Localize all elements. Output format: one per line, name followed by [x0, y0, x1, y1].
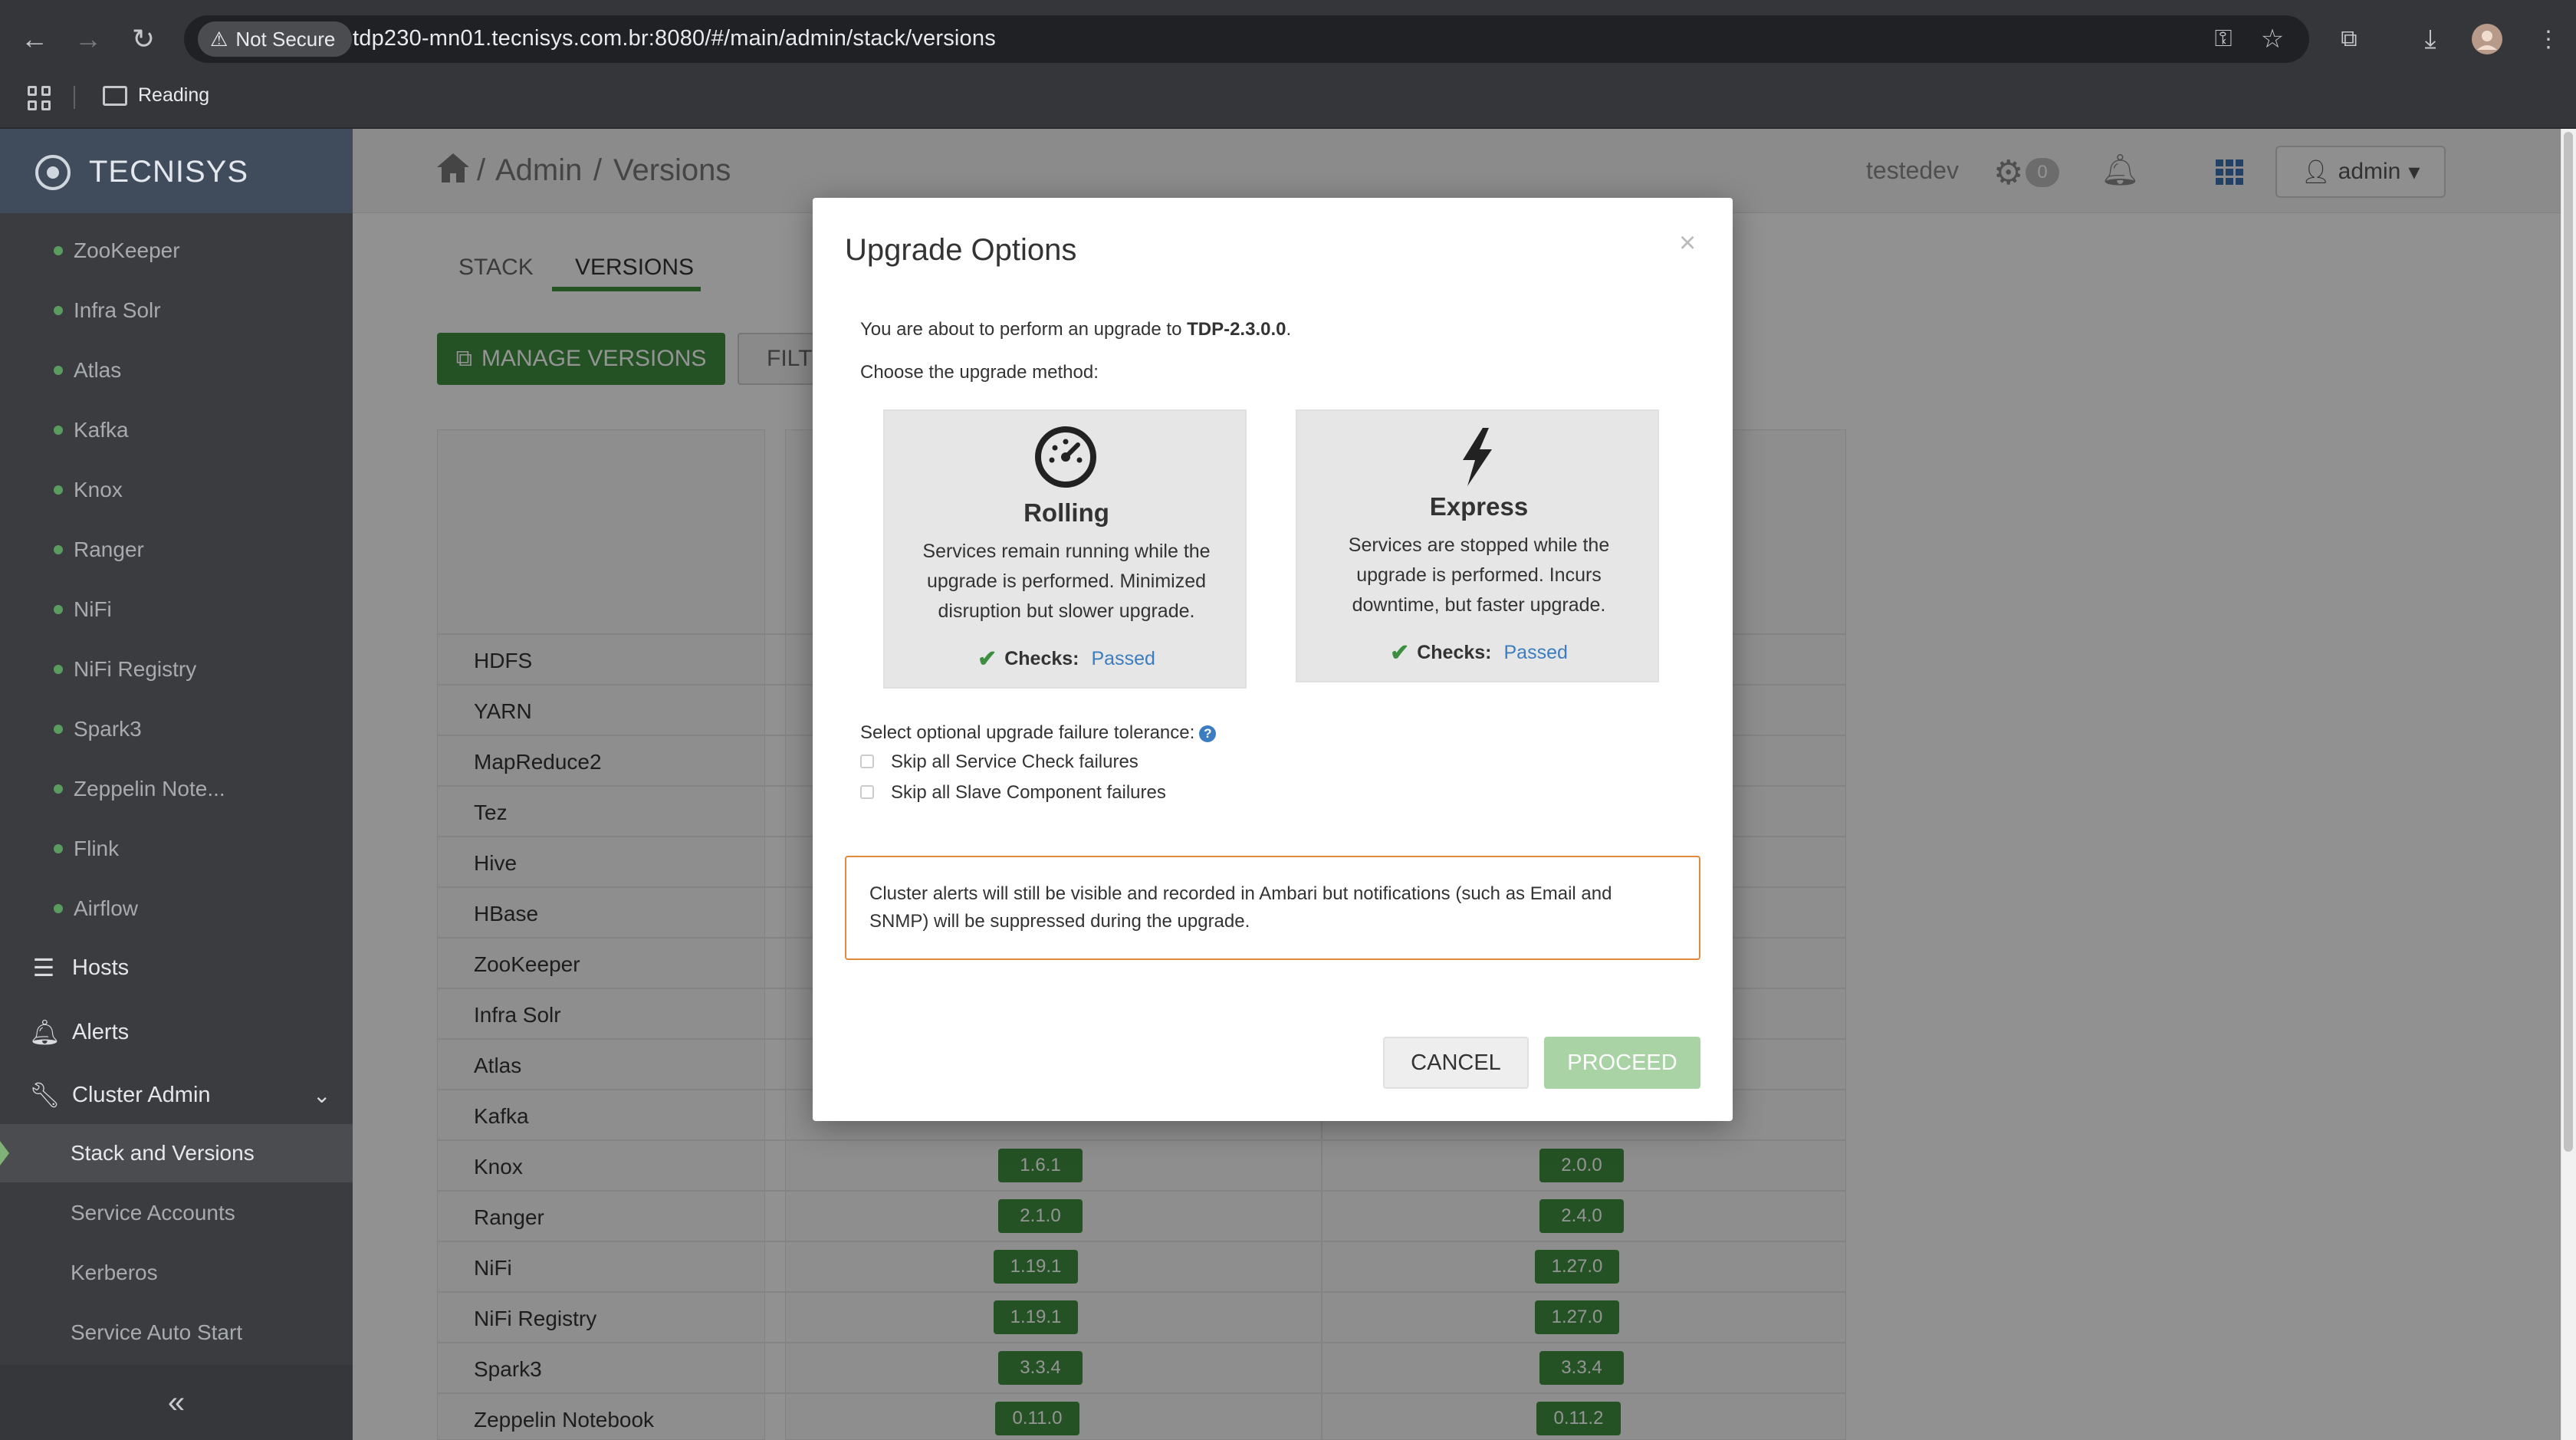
- status-dot-icon: [54, 665, 63, 674]
- status-dot-icon: [54, 485, 63, 495]
- bookmarks-separator: [74, 86, 75, 109]
- express-checks: ✔ Checks: Passed: [1390, 640, 1568, 666]
- proceed-button[interactable]: PROCEED: [1544, 1037, 1700, 1089]
- help-icon[interactable]: ?: [1199, 725, 1217, 742]
- sidebar-item-zookeeper[interactable]: ZooKeeper: [0, 224, 353, 278]
- choose-method-text: Choose the upgrade method:: [860, 362, 1099, 383]
- scrollbar-thumb[interactable]: [2564, 132, 2573, 1152]
- sidebar-item-atlas[interactable]: Atlas: [0, 344, 353, 397]
- skip-slave-component-label[interactable]: Skip all Slave Component failures: [891, 782, 1166, 804]
- brand-name[interactable]: TECNISYS: [89, 155, 248, 189]
- express-description: Services are stopped while the upgrade i…: [1348, 534, 1610, 616]
- check-icon: ✔: [978, 646, 997, 672]
- profile-avatar[interactable]: [2469, 21, 2505, 58]
- sidebar-item-infra-solr[interactable]: Infra Solr: [0, 284, 353, 337]
- sidebar-item-kafka[interactable]: Kafka: [0, 403, 353, 457]
- rolling-checks: ✔ Checks: Passed: [978, 646, 1155, 672]
- security-chip[interactable]: ⚠ Not Secure: [198, 21, 353, 57]
- star-icon[interactable]: ☆: [2254, 21, 2291, 58]
- status-dot-icon: [54, 904, 63, 913]
- skip-service-check-checkbox[interactable]: [860, 755, 874, 768]
- sidebar-item-stack-and-versions[interactable]: Stack and Versions: [0, 1124, 353, 1182]
- sidebar-item-knox[interactable]: Knox: [0, 463, 353, 517]
- bell-icon: 🔔︎: [29, 1018, 61, 1046]
- cancel-button[interactable]: CANCEL: [1383, 1037, 1529, 1089]
- check-icon: ✔: [1390, 640, 1410, 666]
- target-version: TDP-2.3.0.0: [1187, 319, 1286, 340]
- modal-title: Upgrade Options: [845, 233, 1077, 267]
- warning-icon: ⚠: [210, 27, 228, 51]
- skip-slave-component-checkbox[interactable]: [860, 785, 874, 799]
- menu-kebab-icon[interactable]: ⋮: [2530, 21, 2567, 58]
- status-dot-icon: [54, 784, 63, 794]
- status-dot-icon: [54, 844, 63, 853]
- upgrade-intro: You are about to perform an upgrade to T…: [860, 319, 1292, 340]
- failure-tolerance-label: Select optional upgrade failure toleranc…: [860, 722, 1217, 744]
- sidebar-item-cluster-admin[interactable]: 🔧︎ Cluster Admin ⌄: [0, 1066, 353, 1124]
- chevron-down-icon: ⌄: [313, 1083, 331, 1107]
- url-text[interactable]: tdp230-mn01.tecnisys.com.br:8080/#/main/…: [353, 26, 996, 51]
- status-dot-icon: [54, 366, 63, 375]
- forward-icon[interactable]: →: [69, 20, 107, 58]
- folder-icon[interactable]: [103, 86, 127, 106]
- rolling-checks-passed-link[interactable]: Passed: [1092, 648, 1155, 670]
- rolling-title: Rolling: [1024, 498, 1109, 527]
- express-checks-passed-link[interactable]: Passed: [1504, 642, 1568, 664]
- sidebar-item-ranger[interactable]: Ranger: [0, 523, 353, 577]
- skip-service-check-label[interactable]: Skip all Service Check failures: [891, 751, 1138, 773]
- reload-icon[interactable]: ↻: [124, 20, 163, 58]
- bookmark-reading[interactable]: Reading: [138, 84, 209, 107]
- sidebar-item-alerts[interactable]: 🔔︎ Alerts: [0, 1003, 353, 1061]
- notification-warning-box: Cluster alerts will still be visible and…: [845, 856, 1700, 960]
- status-dot-icon: [54, 545, 63, 554]
- back-icon[interactable]: ←: [15, 20, 54, 58]
- status-dot-icon: [54, 246, 63, 255]
- status-dot-icon: [54, 725, 63, 734]
- bookmarks-bar: [0, 78, 2576, 129]
- sidebar-item-hosts[interactable]: ☰ Hosts: [0, 939, 353, 997]
- server-icon: ☰: [32, 954, 55, 981]
- sidebar-item-zeppelin[interactable]: Zeppelin Note...: [0, 762, 353, 816]
- status-dot-icon: [54, 306, 63, 315]
- status-dot-icon: [54, 605, 63, 614]
- sidebar-item-service-accounts[interactable]: Service Accounts: [0, 1184, 353, 1242]
- rolling-description: Services remain running while the upgrad…: [922, 541, 1211, 622]
- download-icon[interactable]: ⤓: [2412, 21, 2449, 58]
- extension-icon[interactable]: ⧉: [2331, 21, 2367, 58]
- sidebar-item-spark3[interactable]: Spark3: [0, 702, 353, 756]
- express-title: Express: [1429, 492, 1529, 521]
- bolt-icon: [1460, 428, 1495, 490]
- logo-icon: [35, 155, 71, 190]
- close-icon[interactable]: ×: [1679, 227, 1696, 260]
- sidebar-item-flink[interactable]: Flink: [0, 822, 353, 876]
- key-icon[interactable]: ⚿: [2205, 21, 2242, 58]
- wrench-icon: 🔧︎: [29, 1081, 61, 1109]
- express-option-card[interactable]: Express Services are stopped while the u…: [1296, 409, 1659, 682]
- collapse-sidebar-icon[interactable]: «: [0, 1365, 353, 1440]
- rolling-option-card[interactable]: Rolling Services remain running while th…: [883, 409, 1247, 689]
- security-label: Not Secure: [235, 27, 336, 51]
- status-dot-icon: [54, 426, 63, 435]
- sidebar-item-kerberos[interactable]: Kerberos: [0, 1244, 353, 1302]
- sidebar-item-nifi[interactable]: NiFi: [0, 583, 353, 636]
- sidebar-item-service-auto-start[interactable]: Service Auto Start: [0, 1304, 353, 1362]
- sidebar-item-airflow[interactable]: Airflow: [0, 882, 353, 935]
- sidebar-item-nifi-registry[interactable]: NiFi Registry: [0, 643, 353, 696]
- gauge-icon: [1033, 425, 1098, 493]
- apps-grid-icon[interactable]: [28, 86, 52, 110]
